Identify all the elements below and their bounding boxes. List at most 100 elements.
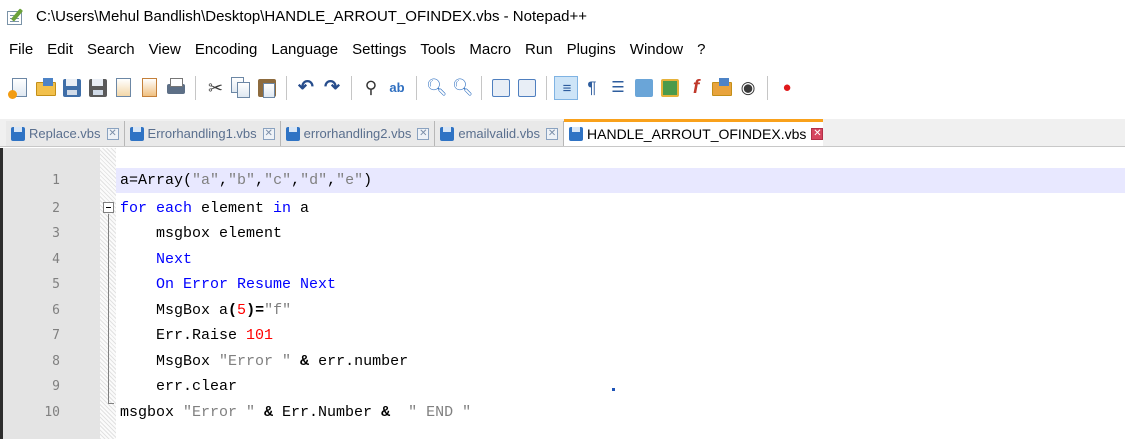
save-icon[interactable] (60, 76, 84, 100)
menu-language[interactable]: Language (271, 41, 338, 58)
record-macro-icon[interactable]: ● (775, 76, 799, 100)
tab-errorhandling1-vbs[interactable]: Errorhandling1.vbs ✕ (124, 121, 281, 146)
code-text: a=Array("a","b","c","d","e") (120, 168, 372, 193)
menu-view[interactable]: View (149, 41, 181, 58)
monitoring-icon[interactable]: ◉ (736, 76, 760, 100)
menu-plugins[interactable]: Plugins (567, 41, 616, 58)
tab-label: emailvalid.vbs (458, 126, 541, 141)
function-list-icon[interactable]: f (684, 76, 708, 100)
line-number: 3 (52, 226, 60, 241)
menu-edit[interactable]: Edit (47, 41, 73, 58)
notepad-plus-plus-app-icon (6, 7, 26, 26)
sync-horizontal-icon[interactable] (515, 76, 539, 100)
tab-label: HANDLE_ARROUT_OFINDEX.vbs (587, 126, 807, 142)
line-number: 4 (52, 252, 60, 267)
close-all-icon[interactable] (138, 76, 162, 100)
save-all-icon[interactable] (86, 76, 110, 100)
tab-label: Errorhandling1.vbs (147, 126, 257, 141)
tab-replace-vbs[interactable]: Replace.vbs ✕ (6, 121, 125, 146)
redo-icon[interactable]: ↷ (320, 76, 344, 100)
line-number: 5 (52, 277, 60, 292)
print-icon[interactable] (164, 76, 188, 100)
title-bar: C:\Users\Mehul Bandlish\Desktop\HANDLE_A… (0, 0, 1125, 33)
code-token: , (327, 172, 337, 189)
menu-settings[interactable]: Settings (352, 41, 406, 58)
code-editor[interactable]: 1 a=Array("a","b","c","d","e") 2 for each … (0, 148, 1125, 439)
close-tab-icon[interactable]: ✕ (811, 128, 824, 140)
tab-emailvalid-vbs[interactable]: emailvalid.vbs ✕ (435, 121, 565, 146)
close-tab-icon[interactable]: ✕ (262, 127, 275, 140)
line-number: 2 (52, 201, 60, 216)
code-line[interactable]: 8 MsgBox "Error " & err.number (3, 349, 1125, 374)
code-line[interactable]: 7 Err.Raise 101 (3, 323, 1125, 348)
menu-bar: File Edit Search View Encoding Language … (0, 35, 1125, 63)
code-token: a=Array( (120, 172, 193, 189)
folder-as-workspace-icon[interactable] (710, 76, 734, 100)
code-token: ) (363, 172, 373, 189)
code-token: msgbox (120, 404, 184, 421)
paste-icon[interactable] (255, 76, 279, 100)
code-token: "c" (264, 172, 292, 189)
menu-run[interactable]: Run (525, 41, 553, 58)
code-token: for each (120, 200, 193, 217)
menu-search[interactable]: Search (87, 41, 135, 58)
toolbar-separator (351, 76, 352, 100)
menu-encoding[interactable]: Encoding (195, 41, 258, 58)
show-all-characters-icon[interactable]: ¶ (580, 76, 604, 100)
close-tab-icon[interactable]: ✕ (546, 127, 559, 140)
code-token: 5 (237, 302, 247, 319)
cut-icon[interactable]: ✂ (203, 76, 227, 100)
close-tab-icon[interactable]: ✕ (417, 127, 430, 140)
line-number: 9 (52, 379, 60, 394)
code-token: "b" (228, 172, 256, 189)
copy-icon[interactable] (229, 76, 253, 100)
code-line[interactable]: 4 Next (3, 247, 1125, 272)
code-line[interactable]: 10 msgbox "Error " & Err.Number & " END " (3, 400, 1125, 425)
code-token: MsgBox a (120, 302, 229, 319)
window-title: C:\Users\Mehul Bandlish\Desktop\HANDLE_A… (36, 8, 588, 25)
code-line[interactable]: 2 for each element in a (3, 196, 1125, 221)
close-tab-icon[interactable]: ✕ (106, 127, 119, 140)
menu-tools[interactable]: Tools (420, 41, 455, 58)
code-token: a (291, 200, 310, 217)
open-file-icon[interactable] (34, 76, 58, 100)
menu-file[interactable]: File (9, 41, 33, 58)
code-token: On Error Resume Next (156, 276, 337, 293)
code-line[interactable]: 5 On Error Resume Next (3, 272, 1125, 297)
menu-macro[interactable]: Macro (469, 41, 511, 58)
replace-icon[interactable]: ab (385, 76, 409, 100)
word-wrap-icon[interactable]: ≡ (554, 76, 578, 100)
code-line[interactable]: 3 msgbox element (3, 221, 1125, 246)
new-file-icon[interactable] (8, 76, 32, 100)
code-text: for each element in a (120, 196, 309, 221)
menu-help[interactable]: ? (697, 41, 705, 58)
toolbar-separator (546, 76, 547, 100)
code-token: Err.Raise (120, 327, 247, 344)
tab-errorhandling2-vbs[interactable]: errorhandling2.vbs ✕ (280, 121, 436, 146)
code-line[interactable]: 6 MsgBox a(5)="f" (3, 298, 1125, 323)
code-token: "Error " (183, 404, 256, 421)
find-icon[interactable]: ⚲ (359, 76, 383, 100)
tab-handle-arrout-ofindex-vbs[interactable]: HANDLE_ARROUT_OFINDEX.vbs ✕ (564, 119, 824, 146)
code-line[interactable]: 1 a=Array("a","b","c","d","e") (3, 168, 1125, 193)
code-token: & (255, 404, 283, 421)
undo-icon[interactable]: ↶ (294, 76, 318, 100)
toolbar-separator (416, 76, 417, 100)
code-line[interactable]: 9 err.clear (3, 374, 1125, 399)
document-map-icon[interactable] (658, 76, 682, 100)
line-number: 1 (52, 173, 60, 188)
zoom-in-icon[interactable]: 🔍︎ (424, 76, 448, 100)
sync-vertical-icon[interactable] (489, 76, 513, 100)
code-token: )= (246, 302, 265, 319)
document-tab-bar: Replace.vbs ✕ Errorhandling1.vbs ✕ error… (0, 119, 1125, 147)
menu-window[interactable]: Window (630, 41, 683, 58)
indent-guide-icon[interactable]: ☰ (606, 76, 630, 100)
code-token: "e" (336, 172, 364, 189)
close-icon[interactable] (112, 76, 136, 100)
line-number: 6 (52, 303, 60, 318)
saved-file-icon (569, 127, 584, 141)
user-defined-language-icon[interactable] (632, 76, 656, 100)
zoom-out-icon[interactable]: 🔍︎ (450, 76, 474, 100)
